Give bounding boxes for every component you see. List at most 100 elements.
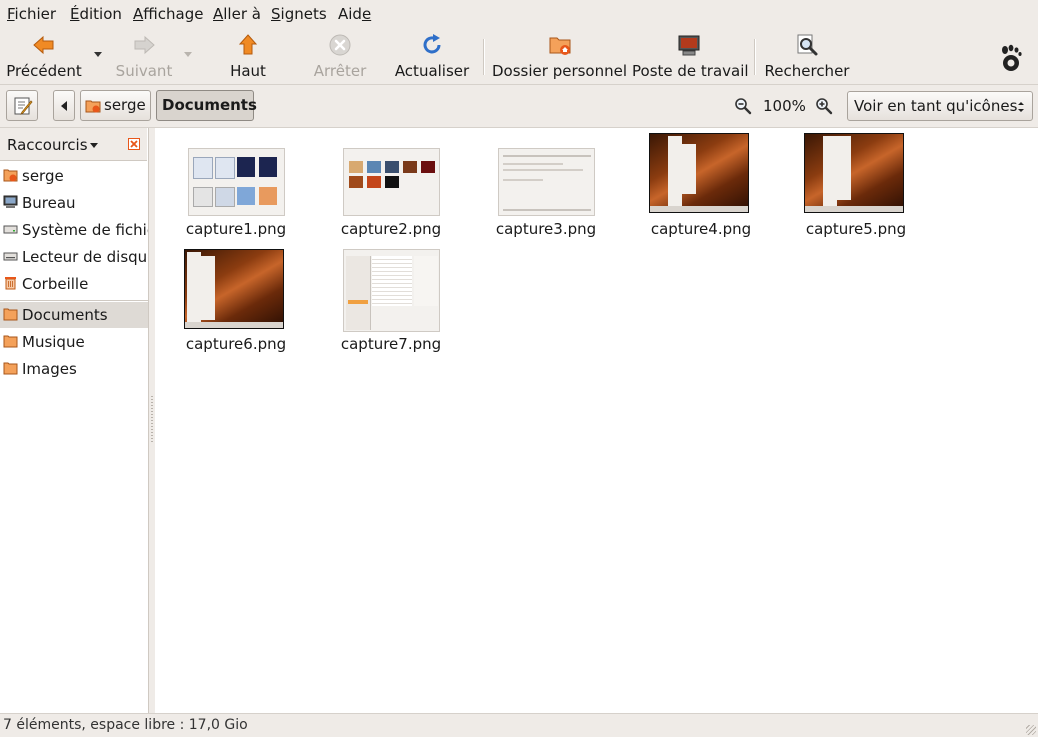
sidebar-item-corbeille[interactable]: Corbeille [0, 271, 148, 297]
path-scroll-left-button[interactable] [53, 90, 75, 121]
sidebar-item-label: Lecteur de disquettes [22, 248, 148, 266]
close-sidebar-icon[interactable] [128, 138, 140, 150]
sidebar-mode-selector[interactable]: Raccourcis [7, 136, 88, 154]
thumbnail [188, 148, 285, 216]
stop-icon [329, 34, 351, 56]
sidebar-item-label: Corbeille [22, 275, 89, 293]
breadcrumb-serge[interactable]: serge [80, 90, 151, 121]
sidebar-item-label: Système de fichiers [22, 221, 148, 239]
home-folder-icon [85, 100, 101, 113]
sidebar-separator [0, 300, 148, 301]
location-bar: serge Documents 100% Voir en tant qu'icô… [0, 85, 1038, 128]
up-arrow-icon [238, 34, 258, 55]
back-arrow-icon [33, 35, 54, 55]
reload-icon [423, 34, 441, 54]
view-mode-select[interactable]: Voir en tant qu'icônes [847, 91, 1033, 121]
file-icon-view[interactable]: capture1.png capture2.png capture3.png c… [155, 128, 1038, 713]
sidebar-item-musique[interactable]: Musique [0, 329, 148, 355]
sidebar-item-floppy[interactable]: Lecteur de disquettes [0, 244, 148, 270]
file-item-capture1[interactable]: capture1.png [161, 146, 311, 246]
menu-fichier[interactable]: Fichier [7, 5, 56, 23]
up-label: Haut [230, 62, 266, 80]
menu-edition[interactable]: Édition [70, 5, 122, 23]
menubar: Fichier Édition Affichage Aller à Signet… [0, 0, 1038, 27]
menu-aller-a[interactable]: Aller à [213, 5, 261, 23]
folder-icon [3, 308, 18, 321]
sidebar-item-images[interactable]: Images [0, 356, 148, 382]
file-name: capture2.png [340, 220, 442, 238]
back-button[interactable]: Précédent [2, 31, 86, 81]
file-name: capture1.png [185, 220, 287, 238]
breadcrumb-label: Documents [162, 96, 257, 114]
menu-signets[interactable]: Signets [271, 5, 327, 23]
file-item-capture3[interactable]: capture3.png [471, 146, 621, 246]
file-item-capture7[interactable]: capture7.png [316, 249, 466, 362]
resize-grip-icon[interactable] [1026, 725, 1036, 735]
reload-button[interactable]: Actualiser [392, 31, 472, 81]
view-mode-label: Voir en tant qu'icônes [854, 97, 1018, 115]
sidebar-item-filesystem[interactable]: Système de fichiers [0, 217, 148, 243]
sidebar-item-label: Images [22, 360, 77, 378]
grip-dots [151, 396, 153, 442]
zoom-out-icon[interactable] [734, 97, 752, 115]
forward-button[interactable]: Suivant [108, 31, 180, 81]
stop-button[interactable]: Arrêter [305, 31, 375, 81]
sidebar-item-label: serge [22, 167, 64, 185]
file-item-capture2[interactable]: capture2.png [316, 146, 466, 246]
file-item-capture6[interactable]: capture6.png [161, 249, 311, 362]
home-button[interactable]: Dossier personnel [492, 31, 627, 81]
menu-affichage[interactable]: Affichage [133, 5, 203, 23]
thumbnail [804, 133, 904, 213]
back-history-dropdown-icon[interactable] [94, 52, 102, 57]
zoom-level[interactable]: 100% [763, 97, 806, 115]
thumbnail [343, 249, 440, 332]
search-label: Rechercher [764, 62, 850, 80]
gnome-foot-icon [1002, 44, 1022, 71]
sidebar-item-documents[interactable]: Documents [0, 302, 148, 328]
breadcrumb-label: serge [104, 96, 146, 114]
trash-icon [5, 277, 16, 290]
desktop-icon [3, 195, 18, 208]
thumbnail [343, 148, 440, 216]
file-name: capture6.png [185, 335, 287, 353]
thumbnail [498, 148, 595, 216]
toggle-location-entry-button[interactable] [6, 90, 38, 121]
file-name: capture3.png [495, 220, 597, 238]
forward-label: Suivant [115, 62, 173, 80]
computer-icon [678, 35, 700, 56]
drive-icon [3, 225, 18, 234]
status-bar: 7 éléments, espace libre : 17,0 Gio [0, 713, 1038, 737]
search-icon [797, 34, 818, 56]
sidebar-header: Raccourcis [0, 128, 147, 161]
reload-label: Actualiser [394, 62, 470, 80]
file-name: capture7.png [340, 335, 442, 353]
search-button[interactable]: Rechercher [762, 31, 852, 81]
edit-note-icon [14, 97, 33, 115]
toolbar: Précédent Suivant Haut Arrêter Actualise… [0, 27, 1038, 85]
computer-label: Poste de travail [632, 62, 749, 80]
spin-arrows-icon [1018, 102, 1024, 112]
back-label: Précédent [6, 62, 82, 80]
file-name: capture5.png [805, 220, 907, 238]
file-name: capture4.png [650, 220, 752, 238]
file-item-capture5[interactable]: capture5.png [781, 133, 931, 246]
home-label: Dossier personnel [492, 62, 628, 80]
status-text: 7 éléments, espace libre : 17,0 Gio [3, 717, 248, 733]
forward-arrow-icon [134, 35, 155, 55]
sidebar-item-label: Musique [22, 333, 85, 351]
home-folder-icon [549, 37, 570, 55]
zoom-in-icon[interactable] [815, 97, 833, 115]
up-button[interactable]: Haut [215, 31, 281, 81]
computer-button[interactable]: Poste de travail [632, 31, 749, 81]
chevron-down-icon[interactable] [90, 143, 98, 148]
breadcrumb-documents[interactable]: Documents [156, 90, 257, 121]
sidebar: Raccourcis serge Bureau Système de fichi… [0, 128, 149, 713]
toolbar-separator [483, 39, 485, 75]
menu-aide[interactable]: Aide [338, 5, 371, 23]
sidebar-item-label: Bureau [22, 194, 76, 212]
file-item-capture4[interactable]: capture4.png [626, 133, 776, 246]
sidebar-item-serge[interactable]: serge [0, 163, 148, 189]
forward-history-dropdown-icon[interactable] [184, 52, 192, 57]
sidebar-item-bureau[interactable]: Bureau [0, 190, 148, 216]
chevron-left-icon [61, 101, 67, 111]
